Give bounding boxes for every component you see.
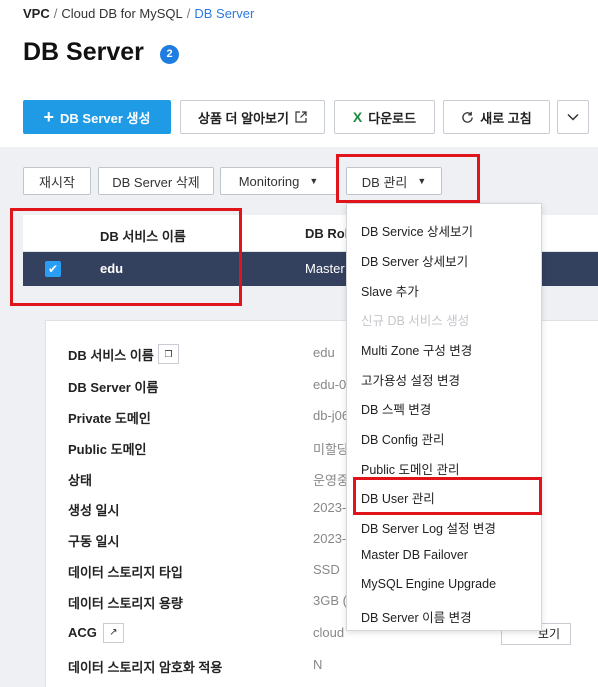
download-label: 다운로드 [368, 110, 417, 126]
cell-db-role: Master [305, 261, 345, 276]
menu-item-db-server-detail[interactable]: DB Server 상세보기 [361, 251, 468, 270]
breadcrumb-db-server: DB Server [194, 6, 255, 21]
count-badge: 2 [160, 45, 179, 64]
detail-label: DB Server 이름 [68, 380, 159, 395]
create-button-label: DB Server 생성 [60, 110, 151, 126]
learn-more-button[interactable]: 상품 더 알아보기 [180, 100, 325, 134]
cell-service-name: edu [100, 261, 124, 276]
caret-down-icon: ▼ [417, 176, 427, 186]
menu-item-add-slave[interactable]: Slave 추가 [361, 281, 419, 300]
detail-label: 상태 [68, 473, 92, 488]
menu-item-server-log[interactable]: DB Server Log 설정 변경 [361, 518, 496, 537]
breadcrumb: VPC / Cloud DB for MySQL / DB Server [23, 6, 254, 21]
menu-item-multi-zone[interactable]: Multi Zone 구성 변경 [361, 340, 472, 359]
db-manage-label: DB 관리 [361, 174, 408, 190]
detail-label: Private 도메인 [68, 411, 151, 426]
chevron-down-icon [567, 113, 579, 121]
detail-label: ACG [68, 625, 97, 640]
checkbox-icon[interactable]: ✔ [45, 261, 61, 277]
caret-down-icon: ▼ [309, 176, 319, 186]
menu-item-high-availability[interactable]: 고가용성 설정 변경 [361, 370, 460, 389]
detail-label: DB 서비스 이름 [68, 348, 154, 363]
detail-label: 생성 일시 [68, 503, 120, 518]
menu-item-db-user[interactable]: DB User 관리 [361, 488, 435, 507]
refresh-button[interactable]: 새로 고침 [443, 100, 550, 134]
menu-item-db-config[interactable]: DB Config 관리 [361, 429, 444, 448]
copy-icon[interactable]: ❐ [158, 344, 179, 364]
menu-item-rename-server[interactable]: DB Server 이름 변경 [361, 607, 472, 626]
download-button[interactable]: X 다운로드 [334, 100, 435, 134]
breadcrumb-vpc[interactable]: VPC [23, 6, 50, 21]
restart-label: 재시작 [39, 174, 75, 190]
more-options-button[interactable] [557, 100, 589, 134]
detail-value: N [313, 657, 323, 672]
column-header-service-name[interactable]: DB 서비스 이름 [100, 226, 186, 245]
external-link-icon [295, 111, 307, 123]
db-manage-button[interactable]: DB 관리 ▼ [346, 167, 442, 195]
detail-label: 데이터 스토리지 타입 [68, 565, 183, 580]
learn-more-label: 상품 더 알아보기 [198, 110, 289, 126]
external-link-icon[interactable]: ↗ [103, 623, 124, 643]
breadcrumb-separator: / [53, 6, 58, 21]
detail-label: 구동 일시 [68, 534, 120, 549]
plus-icon: + [43, 107, 55, 127]
refresh-label: 새로 고침 [480, 110, 532, 126]
delete-label: DB Server 삭제 [112, 174, 200, 190]
page-title: DB Server [23, 38, 144, 66]
menu-item-new-db-service: 신규 DB 서비스 생성 [361, 314, 470, 328]
menu-item-engine-upgrade[interactable]: MySQL Engine Upgrade [361, 577, 496, 591]
breadcrumb-cloud-db[interactable]: Cloud DB for MySQL [61, 6, 182, 21]
db-manage-dropdown-menu: DB Service 상세보기 DB Server 상세보기 Slave 추가 … [346, 203, 542, 631]
menu-item-db-service-detail[interactable]: DB Service 상세보기 [361, 221, 473, 240]
detail-label: 데이터 스토리지 용량 [68, 596, 183, 611]
create-db-server-button[interactable]: + DB Server 생성 [23, 100, 171, 134]
delete-db-server-button[interactable]: DB Server 삭제 [98, 167, 214, 195]
excel-icon: X [352, 109, 363, 125]
detail-label: Public 도메인 [68, 442, 147, 457]
breadcrumb-separator: / [186, 6, 191, 21]
menu-item-master-failover[interactable]: Master DB Failover [361, 548, 468, 562]
monitoring-label: Monitoring [238, 173, 300, 189]
menu-item-public-domain[interactable]: Public 도메인 관리 [361, 459, 460, 478]
refresh-icon [462, 111, 474, 123]
monitoring-button[interactable]: Monitoring ▼ [220, 167, 337, 195]
menu-item-db-spec[interactable]: DB 스펙 변경 [361, 399, 431, 418]
detail-label: 데이터 스토리지 암호화 적용 [68, 660, 223, 675]
restart-button[interactable]: 재시작 [23, 167, 91, 195]
